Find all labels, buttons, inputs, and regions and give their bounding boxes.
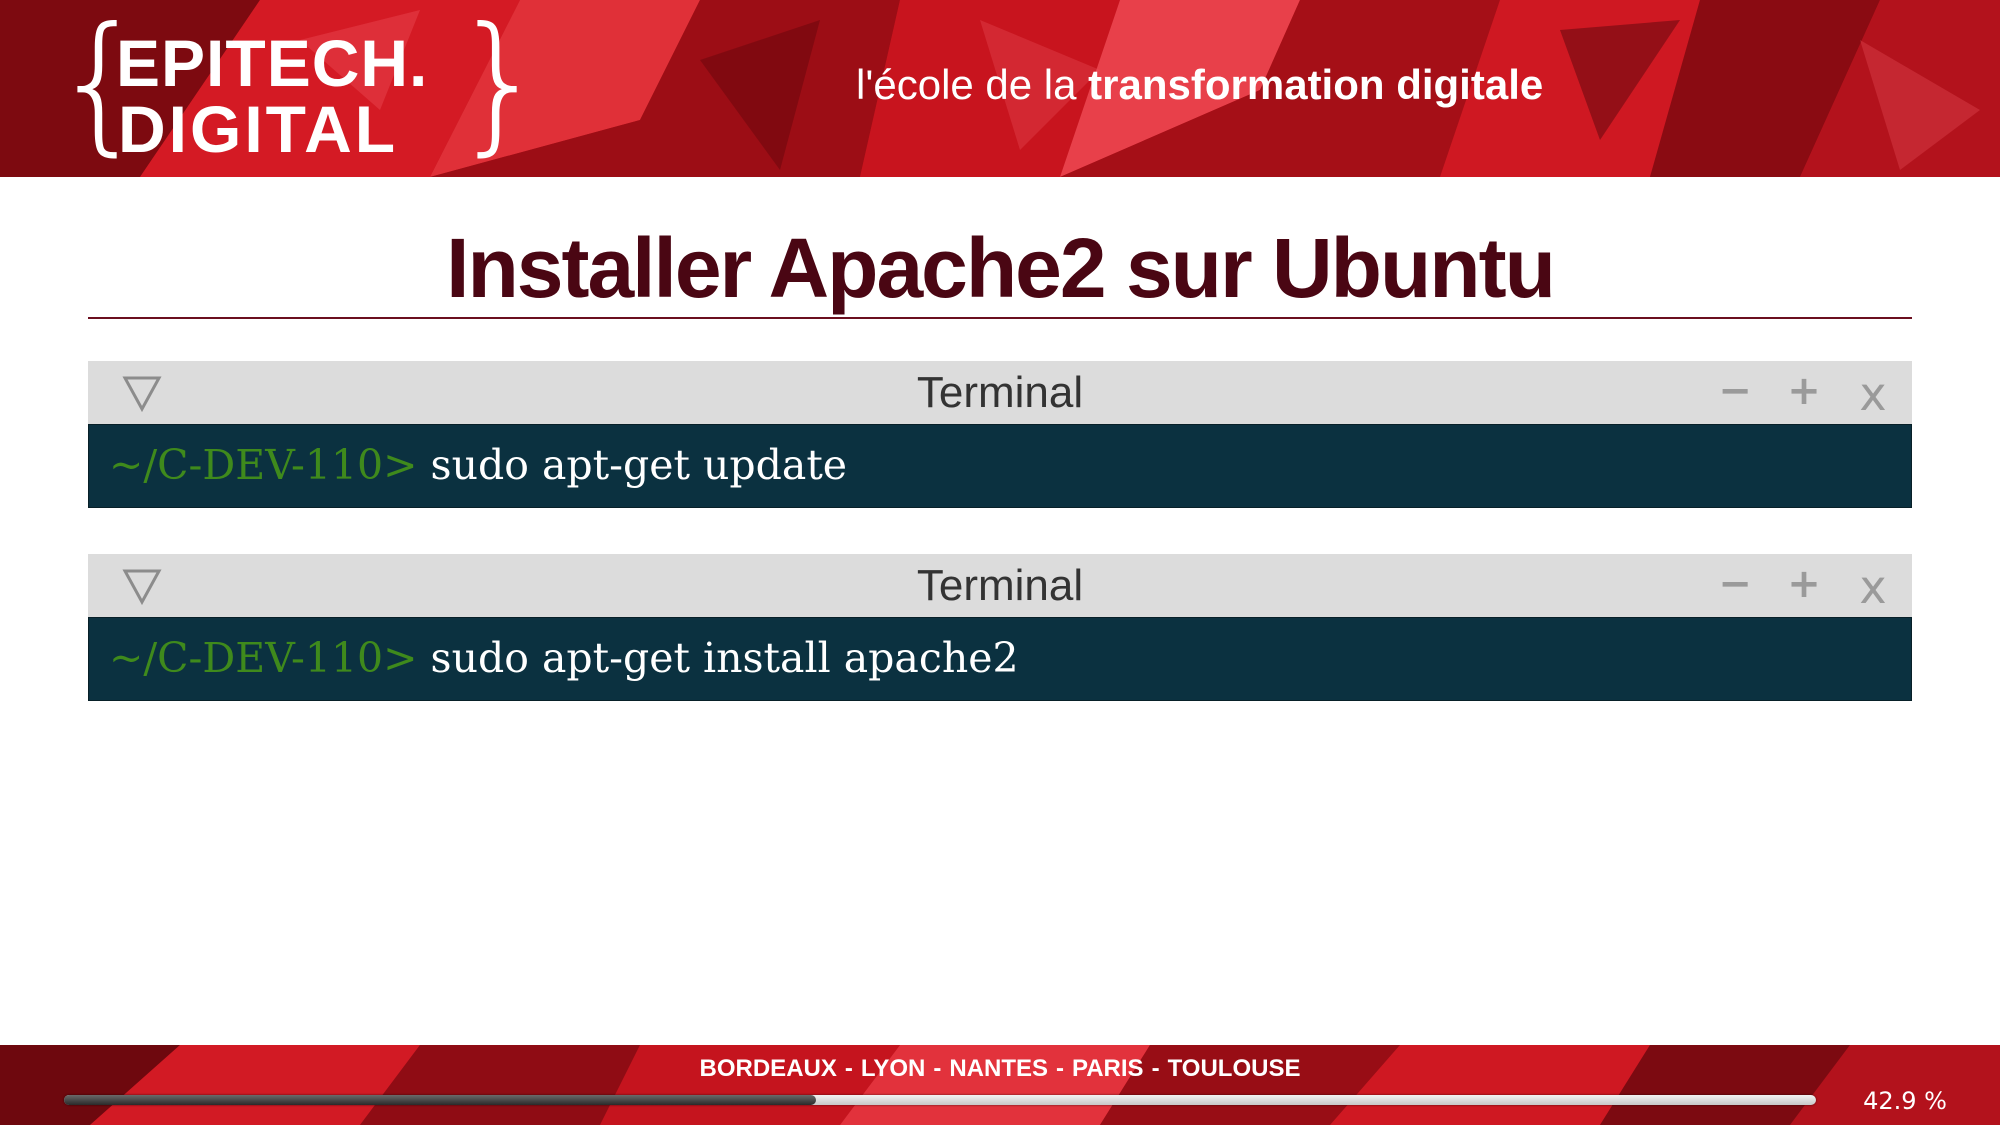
terminal-title-bar: Terminal − + x	[88, 361, 1912, 424]
city-bordeaux: BORDEAUX	[699, 1055, 837, 1082]
logo-right-brace: }	[452, 0, 548, 170]
terminal-title: Terminal	[916, 368, 1084, 417]
title-divider	[88, 317, 1912, 319]
minimize-button[interactable]: −	[1713, 554, 1757, 617]
city-paris: PARIS	[1072, 1055, 1144, 1082]
terminal-line: ~/C-DEV-110> sudo apt-get update	[109, 425, 847, 505]
city-nantes: NANTES	[949, 1055, 1048, 1082]
progress-bar-fill	[64, 1095, 816, 1105]
maximize-button[interactable]: +	[1782, 361, 1826, 424]
terminal-command: sudo apt-get update	[430, 441, 848, 489]
city-separator: -	[933, 1055, 942, 1082]
terminal-window: Terminal − + x ~/C-DEV-110> sudo apt-get…	[88, 554, 1912, 701]
logo-line-2: DIGITAL	[118, 92, 399, 166]
tagline-regular: l'école de la	[856, 61, 1089, 108]
terminal-prompt: ~/C-DEV-110>	[109, 634, 431, 682]
page-title: Installer Apache2 sur Ubuntu	[446, 221, 1556, 315]
logo-line-1: EPITECH.	[116, 26, 429, 100]
city-separator: -	[1056, 1055, 1064, 1082]
terminal-body[interactable]: ~/C-DEV-110> sudo apt-get install apache…	[88, 617, 1912, 701]
city-separator: -	[1151, 1055, 1160, 1082]
cities-list: BORDEAUX - LYON - NANTES - PARIS - TOULOUSE	[0, 1051, 2000, 1087]
slide: { EPITECH. DIGITAL } l'école de la trans…	[0, 0, 2000, 1125]
terminal-title: Terminal	[916, 561, 1084, 610]
close-button[interactable]: x	[1851, 554, 1895, 617]
city-lyon: LYON	[860, 1055, 926, 1082]
terminal-body[interactable]: ~/C-DEV-110> sudo apt-get update	[88, 424, 1912, 508]
footer-banner: BORDEAUX - LYON - NANTES - PARIS - TOULOUSE 42.9…	[0, 1045, 2000, 1125]
terminal-title-bar: Terminal − + x	[88, 554, 1912, 617]
header-banner: { EPITECH. DIGITAL } l'école de la trans…	[0, 0, 2000, 177]
tagline-bold: transformation digitale	[1088, 61, 1544, 108]
close-button[interactable]: x	[1851, 361, 1895, 424]
progress-bar[interactable]	[64, 1095, 1816, 1105]
city-separator: -	[844, 1055, 853, 1082]
epitech-digital-logo: { EPITECH. DIGITAL }	[52, 8, 547, 166]
terminal-window: Terminal − + x ~/C-DEV-110> sudo apt-get…	[88, 361, 1912, 508]
maximize-button[interactable]: +	[1782, 554, 1826, 617]
terminal-command: sudo apt-get install apache2	[430, 634, 1019, 682]
city-toulouse: TOULOUSE	[1167, 1055, 1301, 1082]
minimize-button[interactable]: −	[1713, 361, 1757, 424]
tagline: l'école de la transformation digitale	[856, 60, 1543, 110]
terminal-line: ~/C-DEV-110> sudo apt-get install apache…	[109, 618, 1019, 698]
progress-percent: 42.9 %	[1863, 1087, 1947, 1115]
terminal-prompt: ~/C-DEV-110>	[109, 441, 431, 489]
